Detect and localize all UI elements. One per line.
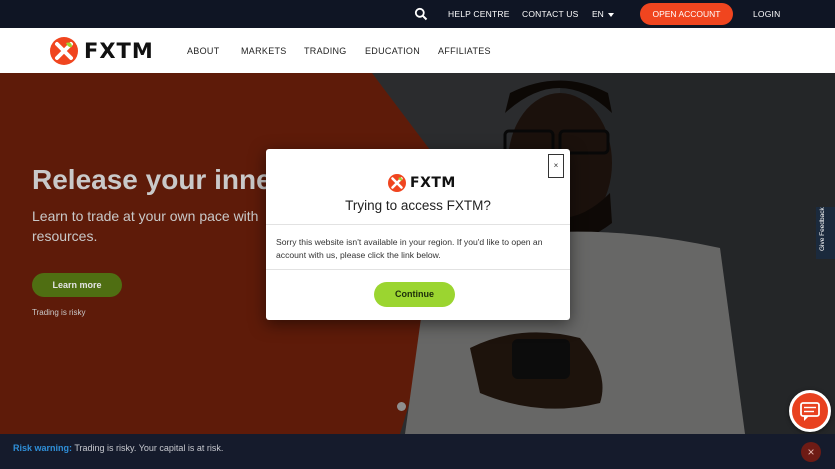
give-feedback-label: Give Feedback (819, 207, 826, 251)
chat-icon (800, 402, 820, 421)
carousel-dot[interactable] (397, 402, 406, 411)
language-label: EN (592, 9, 604, 19)
nav-affiliates[interactable]: AFFILIATES (438, 46, 491, 56)
region-restriction-modal: × FXTM Trying to access FXTM? Sorry this… (266, 149, 570, 320)
modal-title: Trying to access FXTM? (345, 198, 491, 213)
top-utility-bar: HELP CENTRE CONTACT US EN OPEN ACCOUNT L… (0, 0, 835, 28)
fxtm-logo-icon (388, 174, 406, 192)
modal-logo: FXTM (388, 174, 456, 192)
risk-warning-message: Trading is risky. Your capital is at ris… (74, 443, 224, 453)
language-selector[interactable]: EN (592, 9, 615, 19)
fxtm-logo-icon (50, 37, 78, 65)
hero-risk-note: Trading is risky (32, 308, 86, 317)
risk-warning-text: Risk warning: Trading is risky. Your cap… (13, 443, 223, 453)
main-navigation: FXTM ABOUT MARKETS TRADING EDUCATION AFF… (0, 28, 835, 73)
search-icon[interactable] (414, 7, 428, 21)
continue-button[interactable]: Continue (374, 282, 455, 307)
nav-markets[interactable]: MARKETS (241, 46, 287, 56)
risk-warning-bar: Risk warning: Trading is risky. Your cap… (0, 434, 835, 469)
risk-warning-label: Risk warning: (13, 443, 73, 453)
contact-us-link[interactable]: CONTACT US (522, 9, 578, 19)
modal-divider (266, 269, 570, 270)
modal-logo-wordmark: FXTM (410, 175, 456, 191)
chat-button[interactable] (789, 390, 831, 432)
risk-bar-close-button[interactable]: × (801, 442, 821, 462)
modal-divider (266, 224, 570, 225)
learn-more-button[interactable]: Learn more (32, 273, 122, 297)
nav-education[interactable]: EDUCATION (365, 46, 420, 56)
hero-subtitle: Learn to trade at your own pace with res… (32, 208, 259, 244)
nav-trading[interactable]: TRADING (304, 46, 347, 56)
logo-wordmark: FXTM (84, 39, 154, 63)
open-account-button[interactable]: OPEN ACCOUNT (640, 3, 733, 25)
login-link[interactable]: LOGIN (753, 9, 780, 19)
modal-message: Sorry this website isn't available in yo… (276, 237, 543, 260)
caret-down-icon (608, 12, 615, 17)
give-feedback-tab[interactable]: Give Feedback (816, 207, 835, 259)
hero-title: Release your inner (32, 164, 283, 195)
nav-about[interactable]: ABOUT (187, 46, 220, 56)
modal-close-button[interactable]: × (548, 154, 564, 178)
fxtm-logo[interactable]: FXTM (50, 36, 154, 66)
help-centre-link[interactable]: HELP CENTRE (448, 9, 510, 19)
